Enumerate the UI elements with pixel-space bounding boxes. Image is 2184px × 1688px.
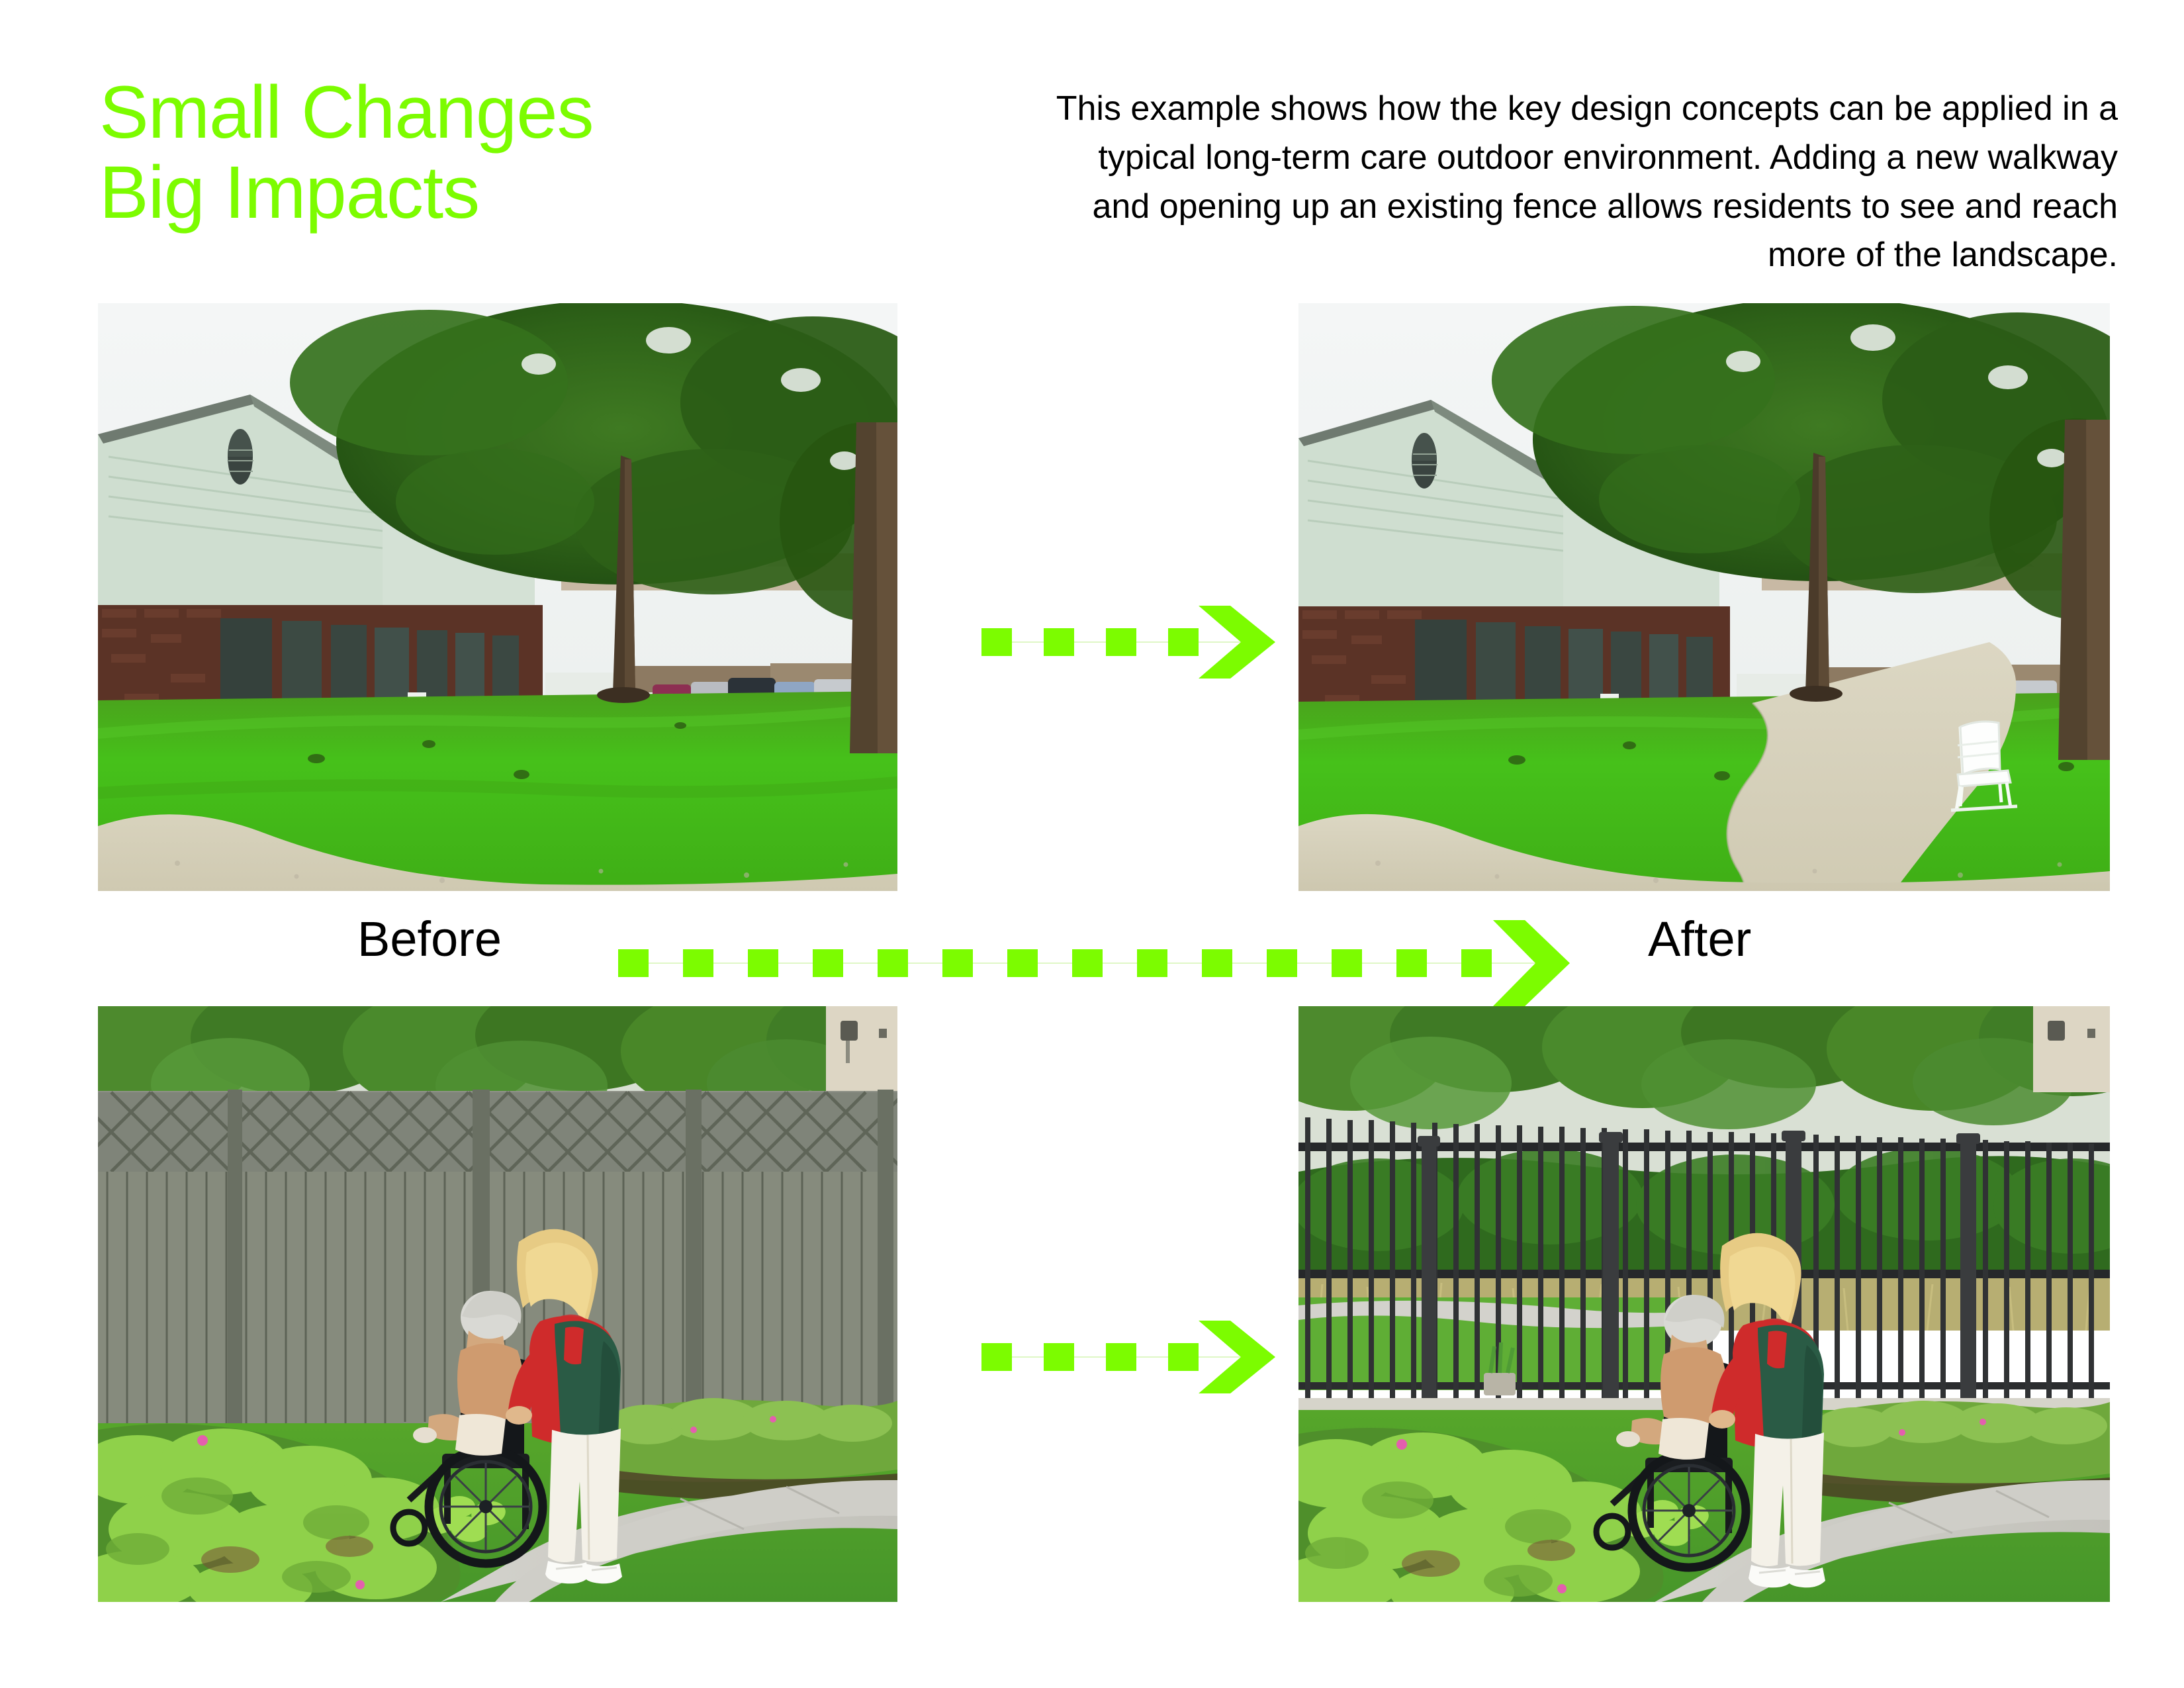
bottom-row-arrow-graphic	[981, 1321, 1275, 1393]
photo-bottom-right-after	[1298, 1006, 2110, 1602]
top-row-arrow-graphic	[981, 606, 1275, 679]
bottom-row-arrow	[963, 1314, 1294, 1400]
photo-bottom-left-illustration	[98, 1006, 897, 1602]
photo-top-right-after	[1298, 303, 2110, 891]
label-before: Before	[357, 912, 502, 966]
photo-top-left-before	[98, 303, 897, 891]
page-title: Small Changes Big Impacts	[99, 71, 594, 234]
photo-bottom-right-illustration	[1298, 1006, 2110, 1602]
middle-arrow-graphic	[618, 920, 1570, 1006]
intro-paragraph: This example shows how the key design co…	[1056, 89, 2118, 275]
label-after: After	[1648, 912, 1752, 966]
middle-arrow	[609, 920, 1615, 1006]
photo-bottom-left-before	[98, 1006, 897, 1602]
photo-top-left-illustration	[98, 303, 897, 891]
photo-top-right-illustration	[1298, 303, 2110, 891]
top-row-arrow	[963, 599, 1294, 685]
